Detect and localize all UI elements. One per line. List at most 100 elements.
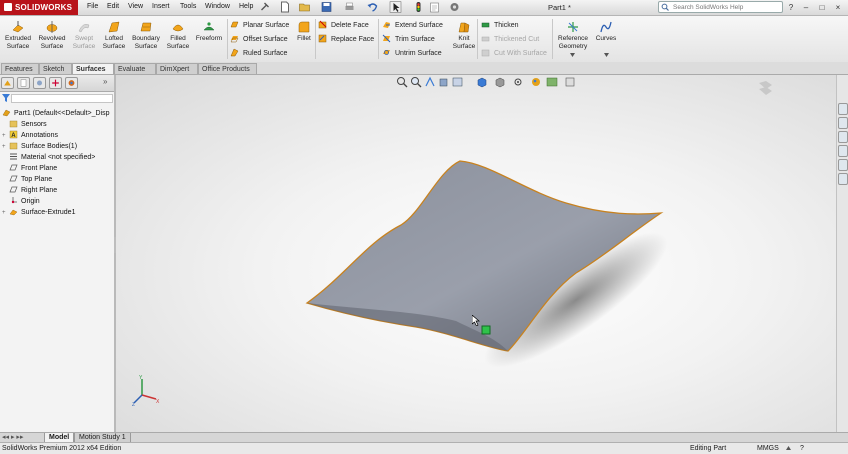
boundary-surface-button[interactable]: Boundary Surface xyxy=(130,20,162,51)
extruded-surface-model[interactable] xyxy=(116,75,836,432)
swept-surface-button[interactable]: Swept Surface xyxy=(70,20,98,51)
display-manager-icon[interactable] xyxy=(65,77,78,89)
thicken-button[interactable]: Thicken xyxy=(481,20,519,31)
command-manager-tabs: Features Sketch Surfaces Evaluate DimXpe… xyxy=(0,62,848,75)
lofted-surface-icon xyxy=(108,21,120,33)
boundary-surface-icon xyxy=(140,22,152,32)
lofted-surface-button[interactable]: Lofted Surface xyxy=(100,20,128,51)
material-icon xyxy=(10,153,17,160)
tab-evaluate[interactable]: Evaluate xyxy=(114,63,156,74)
feature-filter-input[interactable] xyxy=(11,94,113,103)
tree-item-sensors[interactable]: Sensors xyxy=(2,119,47,130)
tab-sketch[interactable]: Sketch xyxy=(39,63,72,74)
cut-with-surface-button[interactable]: Cut With Surface xyxy=(481,48,547,59)
solidworks-resources-tab[interactable] xyxy=(838,103,848,115)
tree-item-surface-bodies[interactable]: + Surface Bodies(1) xyxy=(2,141,77,152)
ribbon-separator xyxy=(552,19,553,59)
minimize-button[interactable]: – xyxy=(800,2,812,13)
file-explorer-tab[interactable] xyxy=(838,131,848,143)
plane-icon xyxy=(9,164,18,171)
replace-face-icon xyxy=(318,34,327,43)
tab-dimxpert[interactable]: DimXpert xyxy=(156,63,198,74)
ruled-surface-button[interactable]: Ruled Surface xyxy=(230,48,287,59)
menu-file[interactable]: File xyxy=(87,3,98,10)
print-icon[interactable] xyxy=(343,1,356,13)
extend-surface-button[interactable]: Extend Surface xyxy=(382,20,443,31)
extruded-surface-button[interactable]: Extruded Surface xyxy=(3,20,33,51)
save-icon[interactable] xyxy=(320,1,333,13)
tree-item-front-plane[interactable]: Front Plane xyxy=(2,163,57,174)
curves-button[interactable]: Curves xyxy=(594,20,618,43)
menu-edit[interactable]: Edit xyxy=(107,3,119,10)
tab-features[interactable]: Features xyxy=(1,63,39,74)
chevron-down-icon[interactable] xyxy=(604,53,609,57)
delete-face-button[interactable]: Delete Face xyxy=(318,20,369,31)
status-mode-text: Editing Part xyxy=(690,445,727,452)
tree-root-part[interactable]: Part1 (Default<<Default>_Disp xyxy=(2,108,110,119)
view-palette-tab[interactable] xyxy=(838,145,848,157)
feature-manager-tabs: » xyxy=(0,75,114,92)
tab-scroll-arrows-icon[interactable]: ◂◂ ▸ ▸▸ xyxy=(2,433,23,441)
tree-item-annotations[interactable]: + A Annotations xyxy=(2,130,58,141)
appearances-tab[interactable] xyxy=(838,159,848,171)
property-manager-icon[interactable] xyxy=(17,77,30,89)
offset-surface-button[interactable]: Offset Surface xyxy=(230,34,288,45)
replace-face-button[interactable]: Replace Face xyxy=(318,34,374,45)
status-bar: SolidWorks Premium 2012 x64 Edition Edit… xyxy=(0,442,848,454)
chevron-down-icon[interactable] xyxy=(570,53,575,57)
curves-icon xyxy=(600,21,612,33)
new-document-icon[interactable] xyxy=(278,1,291,13)
tab-office-products[interactable]: Office Products xyxy=(198,63,257,74)
fillet-button[interactable]: Fillet xyxy=(293,20,315,43)
menu-tools[interactable]: Tools xyxy=(180,3,196,10)
configuration-manager-icon[interactable] xyxy=(33,77,46,89)
mouse-cursor-icon xyxy=(472,315,480,326)
command-manager-ribbon: Extruded Surface Revolved Surface Swept … xyxy=(0,16,848,63)
planar-surface-button[interactable]: Planar Surface xyxy=(230,20,289,31)
tree-item-right-plane[interactable]: Right Plane xyxy=(2,185,57,196)
selection-point-icon[interactable] xyxy=(481,325,491,335)
filter-icon[interactable] xyxy=(2,94,10,102)
status-help-button[interactable]: ? xyxy=(800,443,804,454)
tree-item-surface-extrude1[interactable]: + Surface-Extrude1 xyxy=(2,207,75,218)
tree-item-top-plane[interactable]: Top Plane xyxy=(2,174,52,185)
knit-surface-button[interactable]: Knit Surface xyxy=(452,20,476,51)
menu-insert[interactable]: Insert xyxy=(152,3,170,10)
tree-item-material[interactable]: Material <not specified> xyxy=(2,152,95,163)
open-folder-icon[interactable] xyxy=(298,1,311,13)
surface-bodies-folder-icon xyxy=(9,142,18,150)
rebuild-icon[interactable] xyxy=(412,1,425,13)
trim-surface-button[interactable]: Trim Surface xyxy=(382,34,435,45)
design-library-tab[interactable] xyxy=(838,117,848,129)
status-units-selector[interactable]: MMGS xyxy=(757,443,779,454)
options-gear-icon[interactable] xyxy=(448,1,461,13)
freeform-button[interactable]: Freeform xyxy=(194,20,224,43)
menu-view[interactable]: View xyxy=(128,3,143,10)
feature-tree-icon[interactable] xyxy=(1,77,14,89)
select-cursor-icon[interactable] xyxy=(389,1,402,13)
solidworks-logo[interactable]: SOLIDWORKS xyxy=(0,0,78,15)
reference-geometry-button[interactable]: Reference Geometry xyxy=(555,20,591,51)
chevron-right-icon[interactable]: » xyxy=(103,77,107,86)
menu-window[interactable]: Window xyxy=(205,3,230,10)
pin-icon[interactable] xyxy=(258,1,271,13)
maximize-button[interactable]: □ xyxy=(816,2,828,13)
dimxpert-manager-icon[interactable] xyxy=(49,77,62,89)
revolved-surface-button[interactable]: Revolved Surface xyxy=(36,20,68,51)
chevron-up-icon[interactable] xyxy=(786,446,791,450)
custom-properties-tab[interactable] xyxy=(838,173,848,185)
untrim-surface-button[interactable]: Untrim Surface xyxy=(382,48,442,59)
graphics-area[interactable]: ▫ ▫ ▫ ▫ Y X Z xyxy=(116,75,836,432)
help-button[interactable]: ? xyxy=(785,2,797,13)
file-properties-icon[interactable] xyxy=(428,1,441,13)
menu-help[interactable]: Help xyxy=(239,3,253,10)
undo-icon[interactable] xyxy=(366,1,379,13)
tree-item-origin[interactable]: Origin xyxy=(2,196,40,207)
origin-icon xyxy=(11,197,17,204)
thickened-cut-button[interactable]: Thickened Cut xyxy=(481,34,539,45)
tab-surfaces[interactable]: Surfaces xyxy=(72,63,114,74)
thickened-cut-icon xyxy=(481,36,490,42)
close-button[interactable]: × xyxy=(832,2,844,13)
search-help-input[interactable]: Search SolidWorks Help xyxy=(658,1,783,13)
filled-surface-button[interactable]: Filled Surface xyxy=(164,20,192,51)
